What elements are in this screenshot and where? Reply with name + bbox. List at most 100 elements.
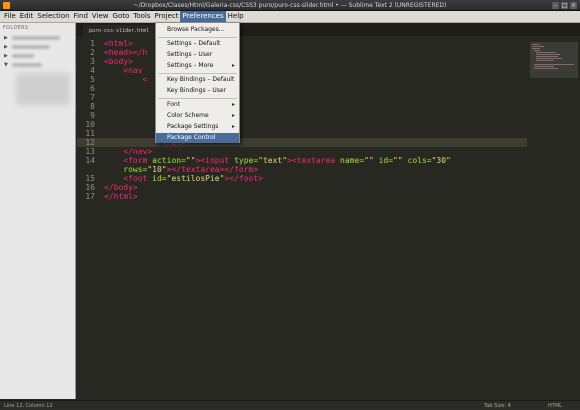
menu-settings-more[interactable]: Settings – More ▸ (156, 61, 239, 71)
code-token: rows= (123, 165, 148, 174)
menu-key-bindings-default[interactable]: Key Bindings – Default (156, 75, 239, 85)
menu-item-label: Settings – Default (167, 40, 221, 47)
status-bar: Line 12, Column 12 Tab Size: 4 HTML (0, 400, 580, 410)
code-token: <form (123, 156, 148, 165)
code-token: </nav> (123, 147, 153, 156)
menu-font[interactable]: Font ▸ (156, 100, 239, 110)
code-token: id= (147, 174, 167, 183)
sidebar-folder[interactable]: ▼ (0, 60, 75, 69)
menu-help[interactable]: Help (226, 11, 246, 22)
minimap-line (532, 44, 540, 45)
minimap-line (534, 64, 574, 65)
submenu-arrow-icon: ▸ (231, 123, 235, 130)
menu-package-control[interactable]: Package Control (156, 133, 239, 143)
menu-view[interactable]: View (90, 11, 111, 22)
minimize-icon[interactable]: – (552, 2, 559, 9)
menu-browse-packages[interactable]: Browse Packages... (156, 25, 239, 35)
code-line: 7 (77, 93, 527, 102)
minimap-line (534, 50, 540, 51)
folder-name-redacted (12, 44, 50, 49)
expand-arrow-icon[interactable]: ▶ (4, 44, 9, 50)
syntax-indicator[interactable]: HTML (548, 403, 562, 409)
code-line: 15 <foot id="estilosPie"></foot> (77, 174, 527, 183)
code-token: type= (229, 156, 259, 165)
line-number: 10 (85, 120, 95, 129)
minimap-line (532, 48, 540, 49)
code-line: 13 </nav> (77, 147, 527, 156)
expand-arrow-icon[interactable]: ▶ (4, 35, 9, 41)
menu-goto[interactable]: Goto (111, 11, 132, 22)
line-number: 2 (90, 48, 95, 57)
menu-key-bindings-user[interactable]: Key Bindings – User (156, 86, 239, 96)
menu-settings-default[interactable]: Settings – Default (156, 39, 239, 49)
code-editor[interactable]: 1 <html> 2 <head></h 3 <body> 4 <nav 5 < 6 … (77, 36, 527, 400)
line-number: 6 (90, 84, 95, 93)
tab-active-file[interactable]: puro-css-slider.html (83, 25, 163, 36)
code-token: "30" (431, 156, 451, 165)
minimap-line (534, 66, 554, 67)
sidebar-folder[interactable]: ▶ (0, 42, 75, 51)
submenu-arrow-icon: ▸ (231, 62, 235, 69)
code-line-wrapped: rows="10"></textarea></form> (77, 165, 527, 174)
minimap-line (536, 60, 554, 61)
menu-item-label: Package Control (167, 134, 216, 141)
sidebar-header: FOLDERS (3, 25, 29, 31)
folder-name-redacted (12, 62, 42, 67)
menu-find[interactable]: Find (72, 11, 90, 22)
minimap-line (536, 54, 560, 55)
code-token: "10" (147, 165, 167, 174)
line-number: 9 (90, 111, 95, 120)
menu-item-label: Key Bindings – User (167, 87, 227, 94)
menu-file[interactable]: File (2, 11, 18, 22)
code-line: 11 (77, 129, 527, 138)
code-token: <nav (123, 66, 143, 75)
code-line-current: 12 </ul> (77, 138, 527, 147)
line-number: 1 (90, 39, 95, 48)
code-line: 6 (77, 84, 527, 93)
menu-tools[interactable]: Tools (131, 11, 152, 22)
minimap-line (534, 68, 558, 69)
close-icon[interactable]: × (570, 2, 577, 9)
app-icon (3, 2, 10, 9)
tab-size-indicator[interactable]: Tab Size: 4 (484, 403, 511, 409)
code-token: id= (373, 156, 394, 165)
menu-project[interactable]: Project (153, 11, 181, 22)
code-token: action= (147, 156, 186, 165)
menu-preferences[interactable]: Preferences (180, 11, 226, 22)
sidebar-folder[interactable]: ▶ (0, 51, 75, 60)
code-line: 14 <form action=""><input type="text"><t… (77, 156, 527, 165)
menu-package-settings[interactable]: Package Settings ▸ (156, 122, 239, 132)
menu-separator (158, 37, 237, 38)
minimap-line (536, 56, 558, 57)
sidebar-folder[interactable]: ▶ (0, 33, 75, 42)
code-line: 4 <nav (77, 66, 527, 75)
code-token: ><input (195, 156, 230, 165)
code-token: <head></h (104, 48, 148, 57)
code-token: "" (185, 156, 196, 165)
code-token: cols= (402, 156, 432, 165)
code-token: name= (335, 156, 365, 165)
code-line: 1 <html> (77, 39, 527, 48)
sidebar: FOLDERS ▶ ▶ ▶ ▼ (0, 23, 76, 399)
code-token: ></foot> (224, 174, 263, 183)
menu-color-scheme[interactable]: Color Scheme ▸ (156, 111, 239, 121)
menu-edit[interactable]: Edit (18, 11, 36, 22)
code-line: 5 < (77, 75, 527, 84)
line-number: 16 (85, 183, 95, 192)
menu-settings-user[interactable]: Settings – User (156, 50, 239, 60)
folder-contents-redacted (16, 73, 70, 105)
folder-name-redacted (12, 53, 34, 58)
menu-selection[interactable]: Selection (35, 11, 71, 22)
collapse-arrow-icon[interactable]: ▼ (4, 62, 9, 68)
window-title: ~/Dropbox/Clases/Html/Galeria-css/CSS3 p… (133, 1, 447, 9)
menu-item-label: Settings – User (167, 51, 213, 58)
maximize-icon[interactable]: □ (561, 2, 568, 9)
expand-arrow-icon[interactable]: ▶ (4, 53, 9, 59)
minimap[interactable] (530, 36, 580, 400)
line-number: 17 (85, 192, 95, 201)
folder-name-redacted (12, 35, 60, 40)
line-number: 13 (85, 147, 95, 156)
menu-item-label: Font (167, 101, 181, 108)
submenu-arrow-icon: ▸ (231, 112, 235, 119)
code-token: ><textarea (287, 156, 336, 165)
